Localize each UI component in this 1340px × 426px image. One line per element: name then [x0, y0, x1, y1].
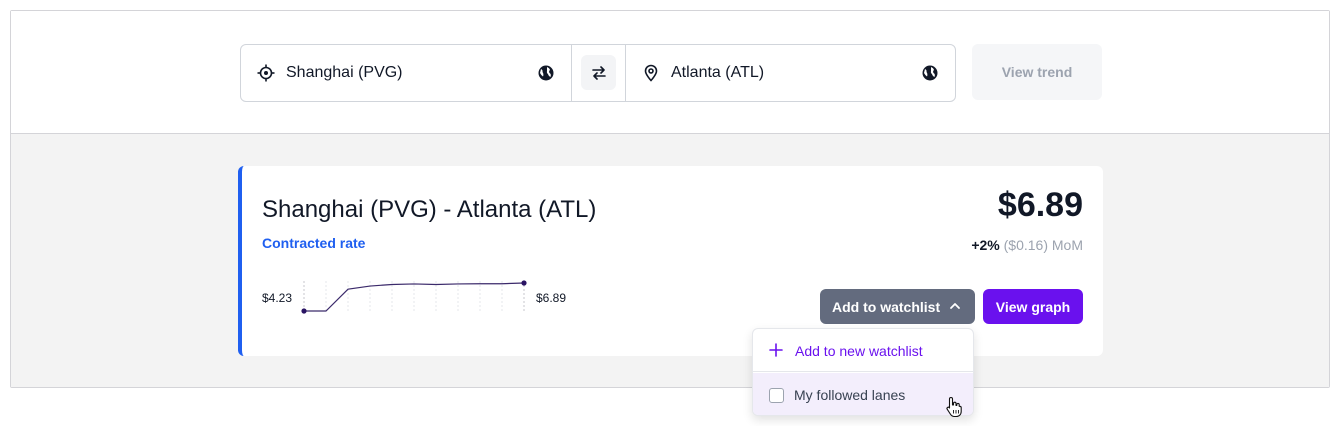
- origin-value: Shanghai (PVG): [286, 64, 403, 81]
- add-to-new-watchlist-item[interactable]: Add to new watchlist: [753, 329, 973, 372]
- watchlist-dropdown: Add to new watchlist My followed lanes: [752, 328, 974, 416]
- sparkline-start-point: [301, 308, 307, 314]
- map-pin-icon: [644, 64, 658, 82]
- swap-arrows-icon: [591, 65, 606, 80]
- change-percent: +2%: [971, 237, 1000, 253]
- sparkline-start-label: $4.23: [262, 291, 293, 305]
- change-detail: ($0.16) MoM: [1003, 237, 1083, 253]
- swap-container: [571, 45, 625, 101]
- sparkline-end-point: [521, 280, 527, 286]
- results-panel: Shanghai (PVG) - Atlanta (ATL) Contracte…: [11, 134, 1329, 387]
- sparkline-end-label: $6.89: [536, 291, 567, 305]
- add-to-watchlist-button[interactable]: Add to watchlist: [820, 289, 975, 324]
- rate-change: +2% ($0.16) MoM: [971, 237, 1083, 253]
- watchlist-item-label: My followed lanes: [794, 387, 906, 403]
- sparkline-chart: [301, 280, 527, 314]
- add-to-watchlist-label: Add to watchlist: [832, 298, 941, 315]
- rate-price: $6.89: [997, 186, 1083, 224]
- view-graph-button[interactable]: View graph: [983, 289, 1083, 324]
- globe-icon[interactable]: [537, 64, 555, 82]
- lane-rate-card: Shanghai (PVG) - Atlanta (ATL) Contracte…: [238, 166, 1103, 356]
- lane-search-box: Shanghai (PVG) Atlanta (ATL): [240, 44, 956, 102]
- destination-field[interactable]: Atlanta (ATL): [625, 45, 955, 101]
- crosshair-location-icon: [257, 64, 275, 82]
- search-panel: Shanghai (PVG) Atlanta (ATL) View trend: [11, 11, 1329, 134]
- rate-type-label: Contracted rate: [262, 235, 366, 251]
- add-to-new-watchlist-label: Add to new watchlist: [795, 343, 923, 359]
- lane-title: Shanghai (PVG) - Atlanta (ATL): [262, 196, 597, 223]
- watchlist-item-my-followed-lanes[interactable]: My followed lanes: [753, 373, 973, 415]
- view-trend-button[interactable]: View trend: [972, 44, 1102, 100]
- plus-icon: [769, 343, 783, 357]
- watchlist-checkbox[interactable]: [769, 388, 784, 403]
- chevron-up-icon: [950, 303, 960, 309]
- app-frame: Shanghai (PVG) Atlanta (ATL) View trend …: [10, 10, 1330, 388]
- destination-value: Atlanta (ATL): [671, 64, 765, 81]
- globe-icon[interactable]: [921, 64, 939, 82]
- hand-pointer-cursor-icon: [946, 396, 962, 418]
- swap-button[interactable]: [581, 55, 616, 90]
- origin-field[interactable]: Shanghai (PVG): [241, 45, 571, 101]
